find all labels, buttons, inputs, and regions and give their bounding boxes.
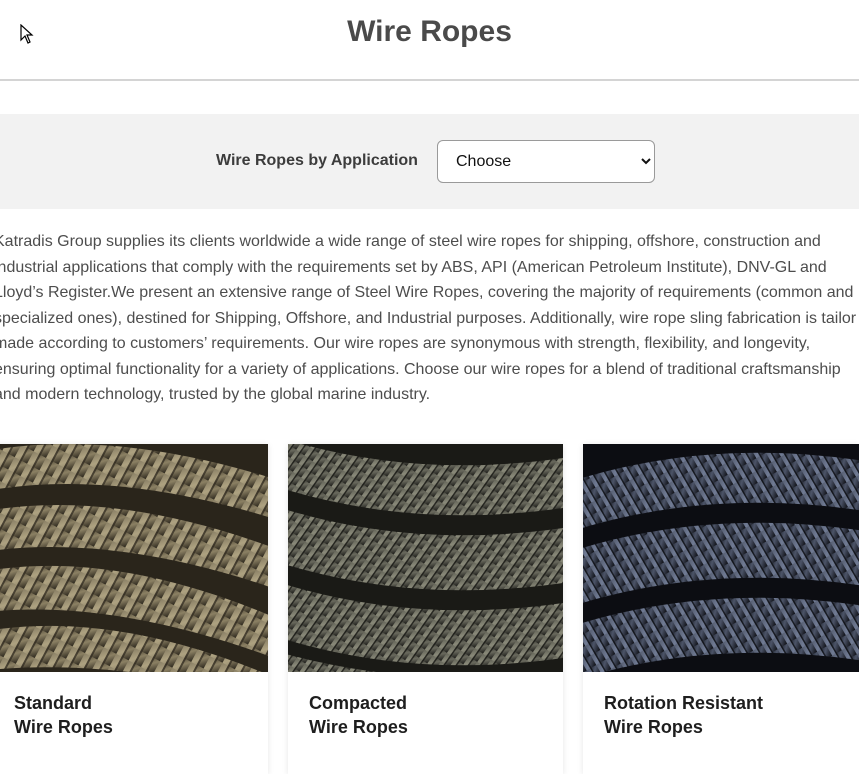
product-card-rotation-resistant[interactable]: Rotation Resistant Wire Ropes bbox=[583, 444, 859, 774]
product-title-compacted[interactable]: Compacted Wire Ropes bbox=[309, 691, 408, 739]
product-title-standard[interactable]: Standard Wire Ropes bbox=[14, 691, 113, 739]
standard-wire-rope-image[interactable] bbox=[0, 444, 268, 672]
application-filter-bar bbox=[0, 114, 859, 209]
page-title: Wire Ropes bbox=[347, 15, 512, 48]
compacted-wire-rope-image[interactable] bbox=[288, 444, 563, 672]
rotation-resistant-wire-rope-image[interactable] bbox=[583, 444, 859, 672]
intro-paragraph: Katradis Group supplies its clients worl… bbox=[0, 233, 857, 403]
product-card-compacted[interactable]: Compacted Wire Ropes bbox=[288, 444, 563, 774]
product-card-standard[interactable]: Standard Wire Ropes bbox=[0, 444, 268, 774]
application-filter-label: Wire Ropes by Application bbox=[216, 152, 418, 169]
title-divider bbox=[0, 79, 859, 81]
product-title-rotation-resistant[interactable]: Rotation Resistant Wire Ropes bbox=[604, 691, 763, 739]
application-select[interactable]: Choose bbox=[437, 140, 655, 183]
